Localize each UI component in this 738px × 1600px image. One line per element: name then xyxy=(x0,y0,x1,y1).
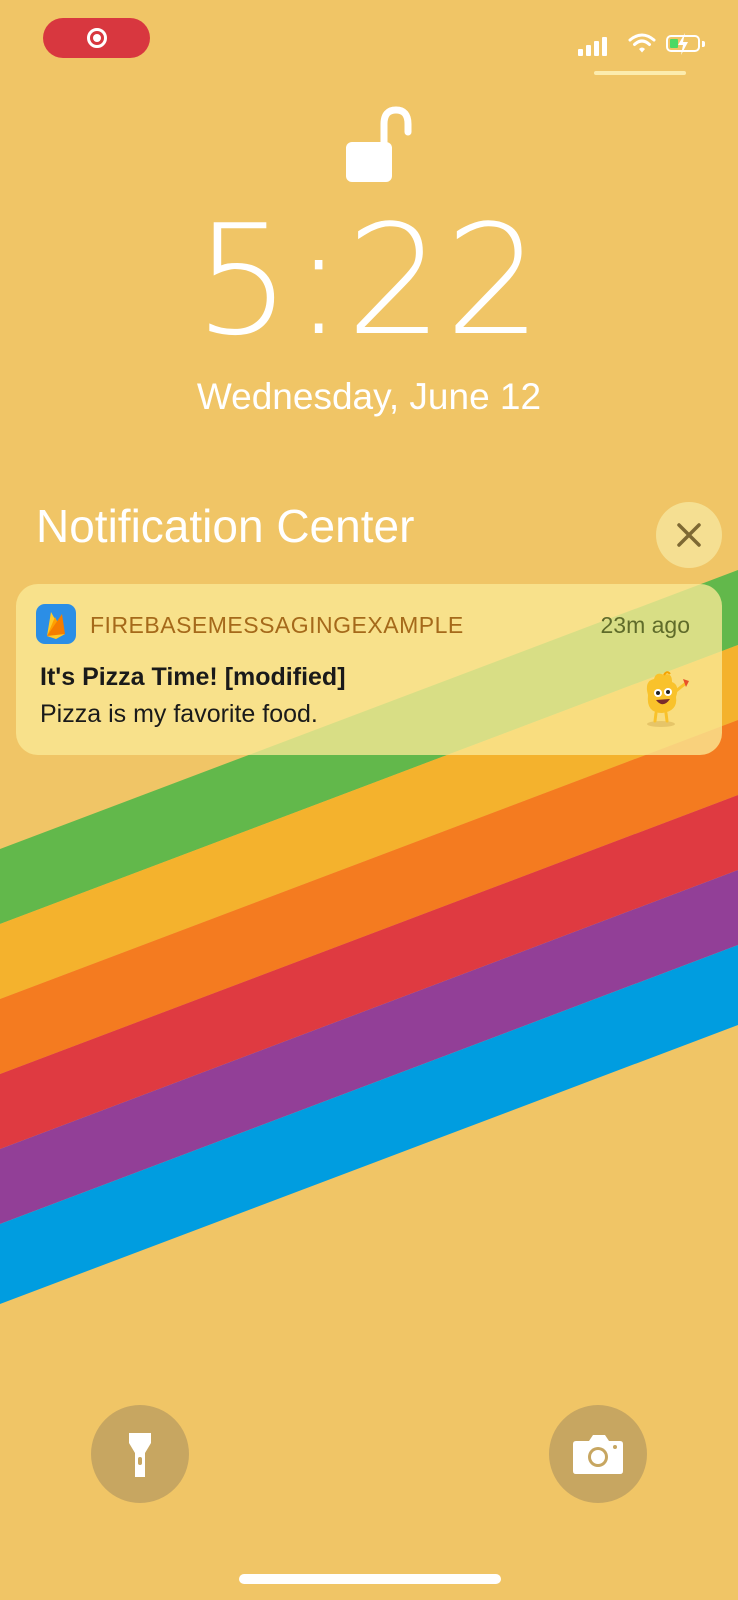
lock-screen-time: 5:22 xyxy=(194,192,544,369)
notification-timestamp: 23m ago xyxy=(600,612,690,638)
notification-center-close-button[interactable] xyxy=(656,502,722,568)
camera-icon xyxy=(573,1435,623,1474)
charging-bolt-icon xyxy=(678,33,688,55)
camera-button[interactable] xyxy=(549,1405,647,1503)
status-bar-indicator xyxy=(594,71,686,75)
lock-screen-date: Wednesday, June 12 xyxy=(196,376,542,417)
home-indicator[interactable] xyxy=(239,1574,501,1584)
lock-screen: 5:22 Wednesday, June 12 Notification Cen… xyxy=(0,0,738,1600)
flashlight-icon xyxy=(129,1433,151,1477)
notification-body: Pizza is my favorite food. xyxy=(40,700,318,728)
wifi-icon xyxy=(628,33,656,53)
screen-recording-indicator[interactable] xyxy=(43,18,150,58)
firebase-icon xyxy=(36,604,76,644)
notification-center-title: Notification Center xyxy=(36,500,415,552)
flashlight-button[interactable] xyxy=(91,1405,189,1503)
battery-cap xyxy=(702,41,705,47)
notification-card[interactable]: FIREBASEMESSAGINGEXAMPLE 23m ago It's Pi… xyxy=(16,584,722,755)
pizza-mascot-image xyxy=(646,671,689,727)
close-icon xyxy=(677,523,701,547)
screen-recording-icon xyxy=(86,28,107,48)
status-icons xyxy=(578,30,708,60)
unlocked-padlock-icon xyxy=(346,106,412,182)
notification-app-name: FIREBASEMESSAGINGEXAMPLE xyxy=(90,612,464,638)
notification-title: It's Pizza Time! [modified] xyxy=(40,663,346,691)
